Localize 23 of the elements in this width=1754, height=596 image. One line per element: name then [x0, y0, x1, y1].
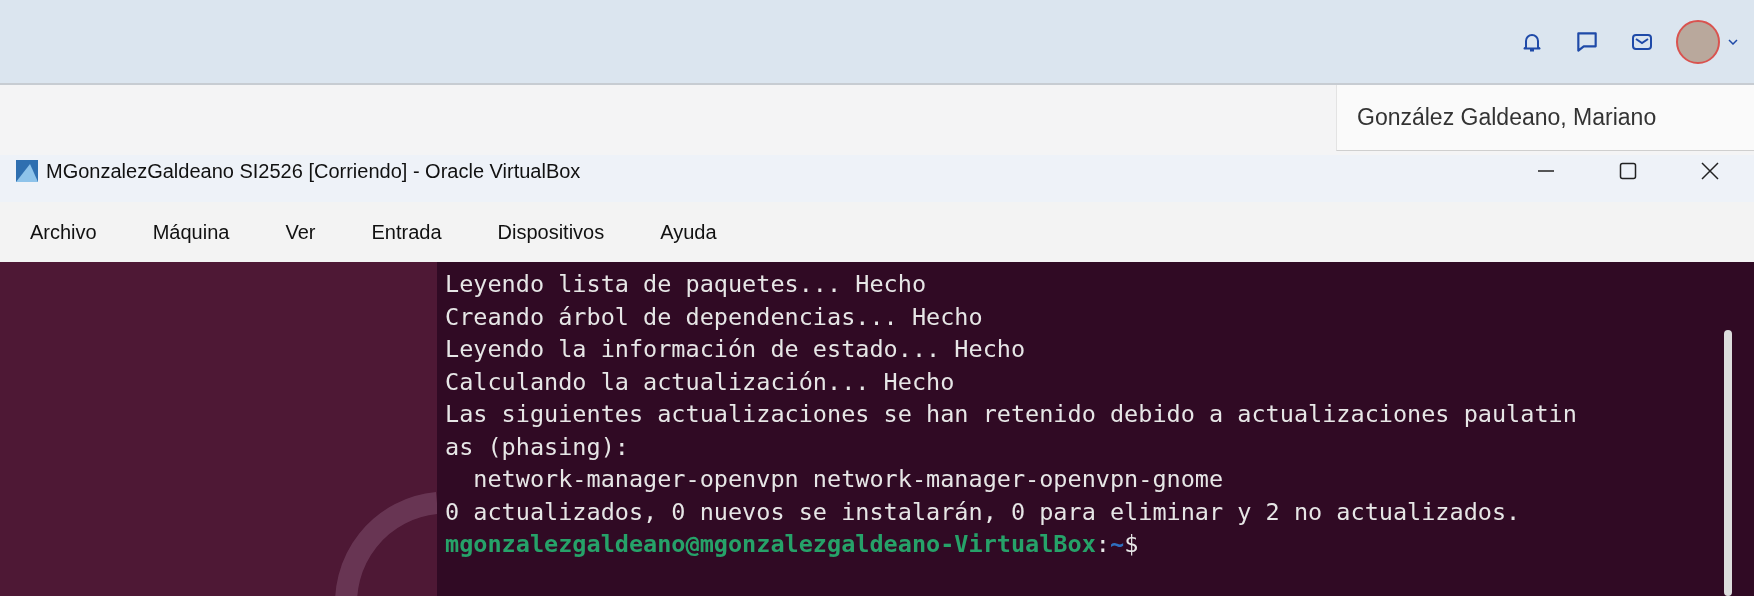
close-icon[interactable]: [1700, 161, 1720, 181]
terminal-line: 0 actualizados, 0 nuevos se instalarán, 0 para eliminar y 2 no actualizados.: [445, 496, 1522, 528]
window-title: MGonzalezGaldeano SI2526 [Corriendo] - Oracle VirtualBox: [46, 159, 581, 183]
menu-item[interactable]: Ver: [285, 220, 316, 244]
terminal-prompt: mgonzalezgaldeano@mgonzalezgaldeano-VirtualBox:~$: [445, 529, 1140, 560]
terminal-line: Las siguientes actualizaciones se han retenido debido a actualizaciones paulatin: [445, 399, 1578, 430]
maximize-icon[interactable]: [1618, 161, 1638, 181]
menu-item[interactable]: Entrada: [371, 220, 442, 244]
caret-icon[interactable]: [1728, 38, 1738, 45]
terminal-line: Leyendo la información de estado... Hecho: [445, 334, 1027, 365]
terminal-line: Creando árbol de dependencias... Hecho: [445, 301, 984, 333]
terminal-line: Calculando la actualización... Hecho: [445, 366, 956, 398]
terminal-line: network-manager-openvpn network-manager-openvpn-gnome: [472, 464, 1225, 495]
scrollbar[interactable]: [1724, 330, 1732, 596]
terminal-line: as (phasing):: [445, 431, 630, 463]
terminal-line: Leyendo lista de paquetes... Hecho: [445, 269, 928, 300]
user-name-dropdown[interactable]: González Galdeano, Mariano: [1336, 85, 1754, 151]
menu-item[interactable]: Máquina: [152, 220, 230, 244]
menu-item[interactable]: Ayuda: [660, 220, 717, 244]
menu-item[interactable]: Archivo: [30, 220, 97, 244]
app-icon: [16, 160, 38, 182]
menu-item[interactable]: Dispositivos: [497, 220, 605, 244]
avatar[interactable]: [1676, 19, 1720, 64]
